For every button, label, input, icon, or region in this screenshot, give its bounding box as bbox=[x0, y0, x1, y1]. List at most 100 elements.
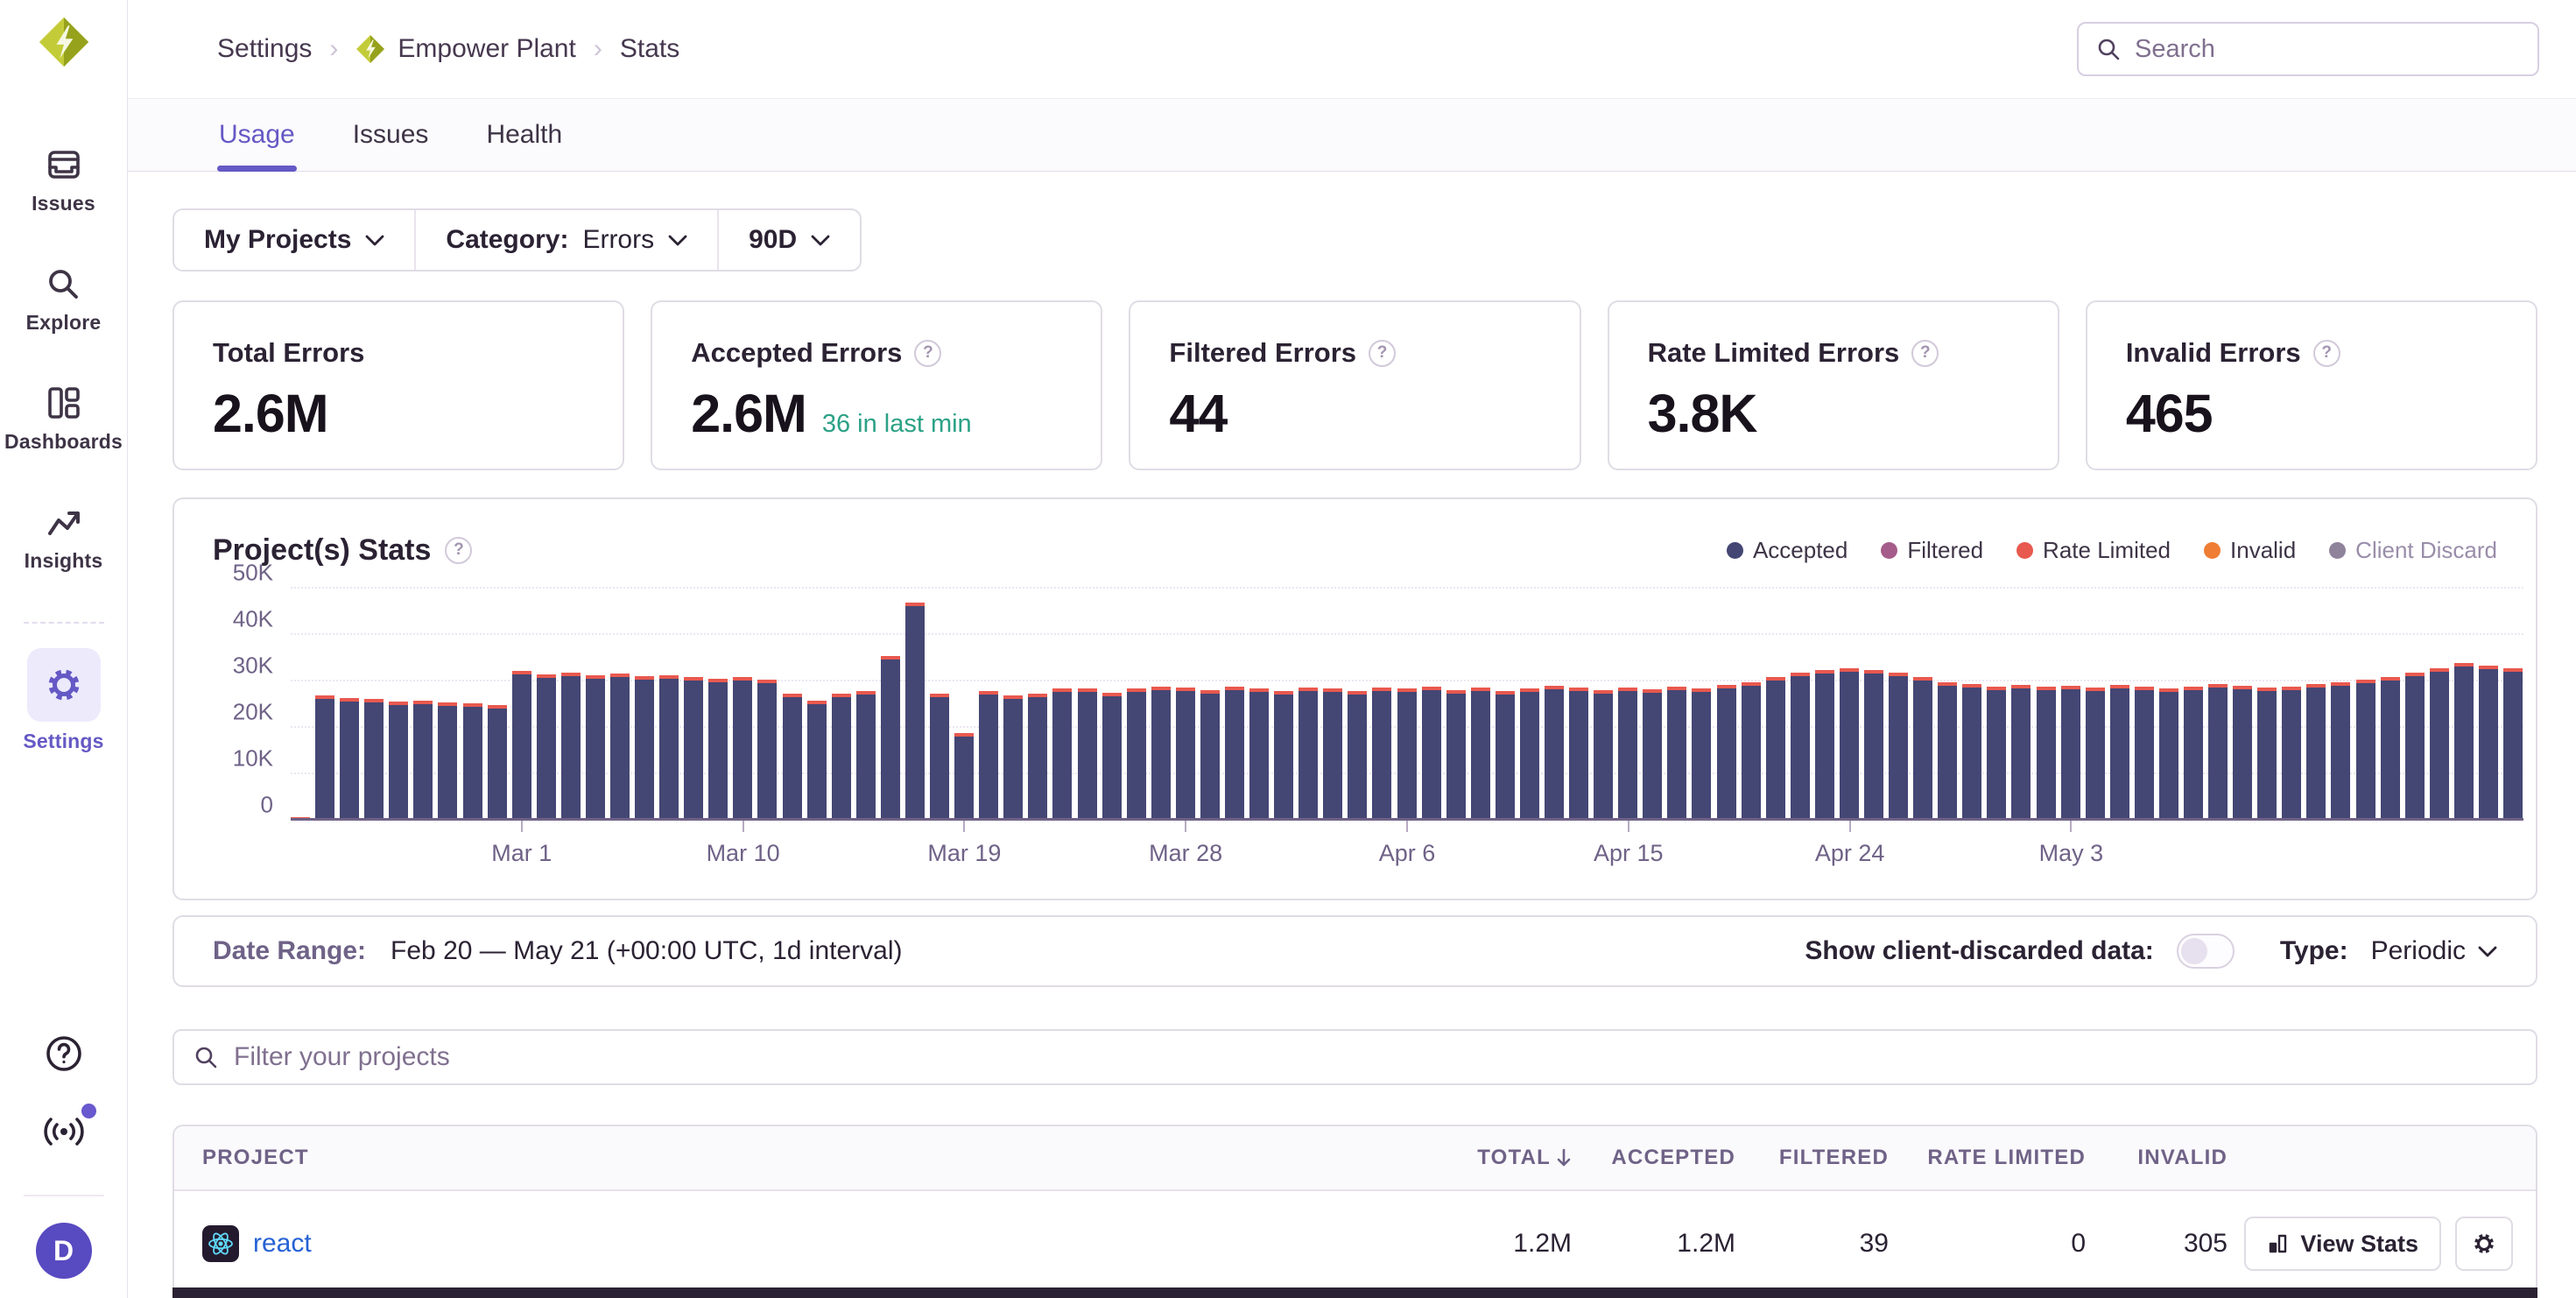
legend-item-accepted[interactable]: Accepted bbox=[1727, 537, 1848, 564]
bar-may-16[interactable] bbox=[2381, 677, 2400, 821]
bar-apr-12[interactable] bbox=[1545, 686, 1564, 821]
sidebar-item-settings[interactable]: Settings bbox=[23, 648, 103, 753]
col-filtered[interactable]: Filtered bbox=[1735, 1146, 1889, 1170]
help-icon[interactable]: ? bbox=[2313, 340, 2340, 367]
bar-mar-13[interactable] bbox=[807, 701, 827, 821]
user-avatar[interactable]: D bbox=[36, 1223, 92, 1279]
bar-mar-18[interactable] bbox=[930, 694, 949, 821]
bar-mar-21[interactable] bbox=[1003, 695, 1023, 821]
breadcrumb-settings[interactable]: Settings bbox=[217, 34, 312, 64]
bar-apr-26[interactable] bbox=[1889, 673, 1908, 821]
bar-apr-24[interactable] bbox=[1840, 668, 1859, 821]
bar-apr-25[interactable] bbox=[1864, 670, 1883, 821]
period-selector[interactable]: 90D bbox=[717, 210, 860, 270]
legend-item-filtered[interactable]: Filtered bbox=[1881, 537, 1983, 564]
bar-apr-4[interactable] bbox=[1348, 691, 1367, 821]
bar-mar-5[interactable] bbox=[610, 674, 630, 821]
bar-mar-19[interactable] bbox=[954, 733, 974, 821]
col-total[interactable]: Total bbox=[1392, 1146, 1572, 1170]
bar-may-10[interactable] bbox=[2233, 686, 2252, 821]
bar-may-21[interactable] bbox=[2503, 668, 2523, 821]
bar-may-5[interactable] bbox=[2110, 685, 2129, 821]
bar-apr-17[interactable] bbox=[1667, 687, 1686, 821]
bar-apr-7[interactable] bbox=[1422, 687, 1441, 821]
help-icon[interactable]: ? bbox=[1911, 340, 1939, 367]
project-selector[interactable]: My Projects bbox=[174, 210, 414, 270]
bar-may-8[interactable] bbox=[2184, 687, 2203, 821]
bar-may-1[interactable] bbox=[2011, 685, 2031, 821]
tab-health[interactable]: Health bbox=[484, 99, 564, 171]
bar-mar-26[interactable] bbox=[1127, 688, 1146, 821]
bar-mar-3[interactable] bbox=[561, 673, 581, 821]
bar-apr-2[interactable] bbox=[1299, 688, 1318, 821]
bar-apr-6[interactable] bbox=[1397, 688, 1417, 821]
search-input[interactable] bbox=[2133, 34, 2520, 65]
view-stats-button[interactable]: View Stats bbox=[2244, 1217, 2441, 1271]
bar-may-18[interactable] bbox=[2430, 668, 2449, 821]
bar-mar-30[interactable] bbox=[1225, 687, 1244, 821]
bar-mar-12[interactable] bbox=[783, 694, 802, 821]
bar-feb-26[interactable] bbox=[438, 702, 457, 821]
global-search[interactable] bbox=[2077, 22, 2539, 76]
bar-mar-2[interactable] bbox=[537, 674, 556, 821]
sidebar-item-explore[interactable]: Explore bbox=[26, 265, 102, 335]
help-icon[interactable]: ? bbox=[445, 537, 472, 564]
bar-may-15[interactable] bbox=[2356, 680, 2375, 821]
bar-apr-14[interactable] bbox=[1594, 690, 1613, 821]
bar-mar-4[interactable] bbox=[586, 675, 605, 821]
bar-feb-27[interactable] bbox=[463, 703, 482, 821]
bar-feb-21[interactable] bbox=[315, 695, 334, 821]
breadcrumb-stats[interactable]: Stats bbox=[620, 34, 679, 64]
tab-usage[interactable]: Usage bbox=[217, 99, 297, 171]
bar-feb-22[interactable] bbox=[340, 698, 359, 821]
bar-apr-1[interactable] bbox=[1274, 691, 1293, 821]
bar-feb-24[interactable] bbox=[389, 702, 408, 821]
bar-apr-3[interactable] bbox=[1323, 688, 1342, 821]
bar-apr-15[interactable] bbox=[1618, 688, 1637, 821]
project-filter[interactable] bbox=[172, 1029, 2537, 1085]
bar-may-11[interactable] bbox=[2257, 688, 2277, 821]
org-logo[interactable] bbox=[38, 16, 90, 68]
bar-mar-17[interactable] bbox=[905, 603, 925, 821]
project-settings-button[interactable] bbox=[2455, 1217, 2513, 1271]
bar-may-17[interactable] bbox=[2405, 673, 2425, 821]
help-icon[interactable]: ? bbox=[1369, 340, 1396, 367]
sidebar-item-dashboards[interactable]: Dashboards bbox=[4, 384, 123, 454]
bar-may-7[interactable] bbox=[2159, 688, 2178, 821]
bar-apr-9[interactable] bbox=[1471, 688, 1490, 821]
category-selector[interactable]: Category: Errors bbox=[414, 210, 717, 270]
sidebar-item-issues[interactable]: Issues bbox=[32, 145, 95, 215]
bar-apr-30[interactable] bbox=[1987, 687, 2006, 821]
bar-mar-10[interactable] bbox=[733, 677, 752, 821]
bar-mar-7[interactable] bbox=[659, 675, 679, 821]
legend-item-rate-limited[interactable]: Rate Limited bbox=[2016, 537, 2171, 564]
project-filter-input[interactable] bbox=[232, 1041, 2516, 1073]
bar-mar-22[interactable] bbox=[1028, 694, 1047, 821]
bar-apr-8[interactable] bbox=[1446, 690, 1466, 821]
bar-mar-9[interactable] bbox=[708, 679, 728, 821]
bar-may-12[interactable] bbox=[2282, 687, 2301, 821]
bar-may-13[interactable] bbox=[2306, 684, 2326, 821]
bar-mar-1[interactable] bbox=[512, 671, 531, 821]
col-accepted[interactable]: Accepted bbox=[1572, 1146, 1735, 1170]
bar-mar-6[interactable] bbox=[635, 676, 654, 821]
bar-may-19[interactable] bbox=[2454, 663, 2474, 821]
type-selector[interactable]: Periodic bbox=[2371, 936, 2497, 966]
bar-mar-20[interactable] bbox=[979, 691, 998, 821]
bar-apr-10[interactable] bbox=[1496, 691, 1515, 821]
bar-apr-27[interactable] bbox=[1913, 677, 1932, 821]
help-icon[interactable]: ? bbox=[914, 340, 941, 367]
bar-may-20[interactable] bbox=[2479, 666, 2498, 821]
col-invalid[interactable]: Invalid bbox=[2086, 1146, 2228, 1170]
bar-feb-25[interactable] bbox=[413, 701, 433, 821]
bar-mar-15[interactable] bbox=[856, 691, 876, 821]
bar-mar-16[interactable] bbox=[881, 656, 900, 821]
bar-mar-11[interactable] bbox=[757, 680, 777, 821]
bar-feb-28[interactable] bbox=[488, 705, 507, 821]
bar-feb-23[interactable] bbox=[364, 699, 384, 821]
client-discard-toggle[interactable] bbox=[2177, 934, 2235, 969]
project-link[interactable]: react bbox=[253, 1229, 312, 1259]
bar-mar-27[interactable] bbox=[1151, 687, 1171, 821]
sidebar-item-insights[interactable]: Insights bbox=[25, 503, 103, 573]
bar-apr-18[interactable] bbox=[1692, 688, 1711, 821]
